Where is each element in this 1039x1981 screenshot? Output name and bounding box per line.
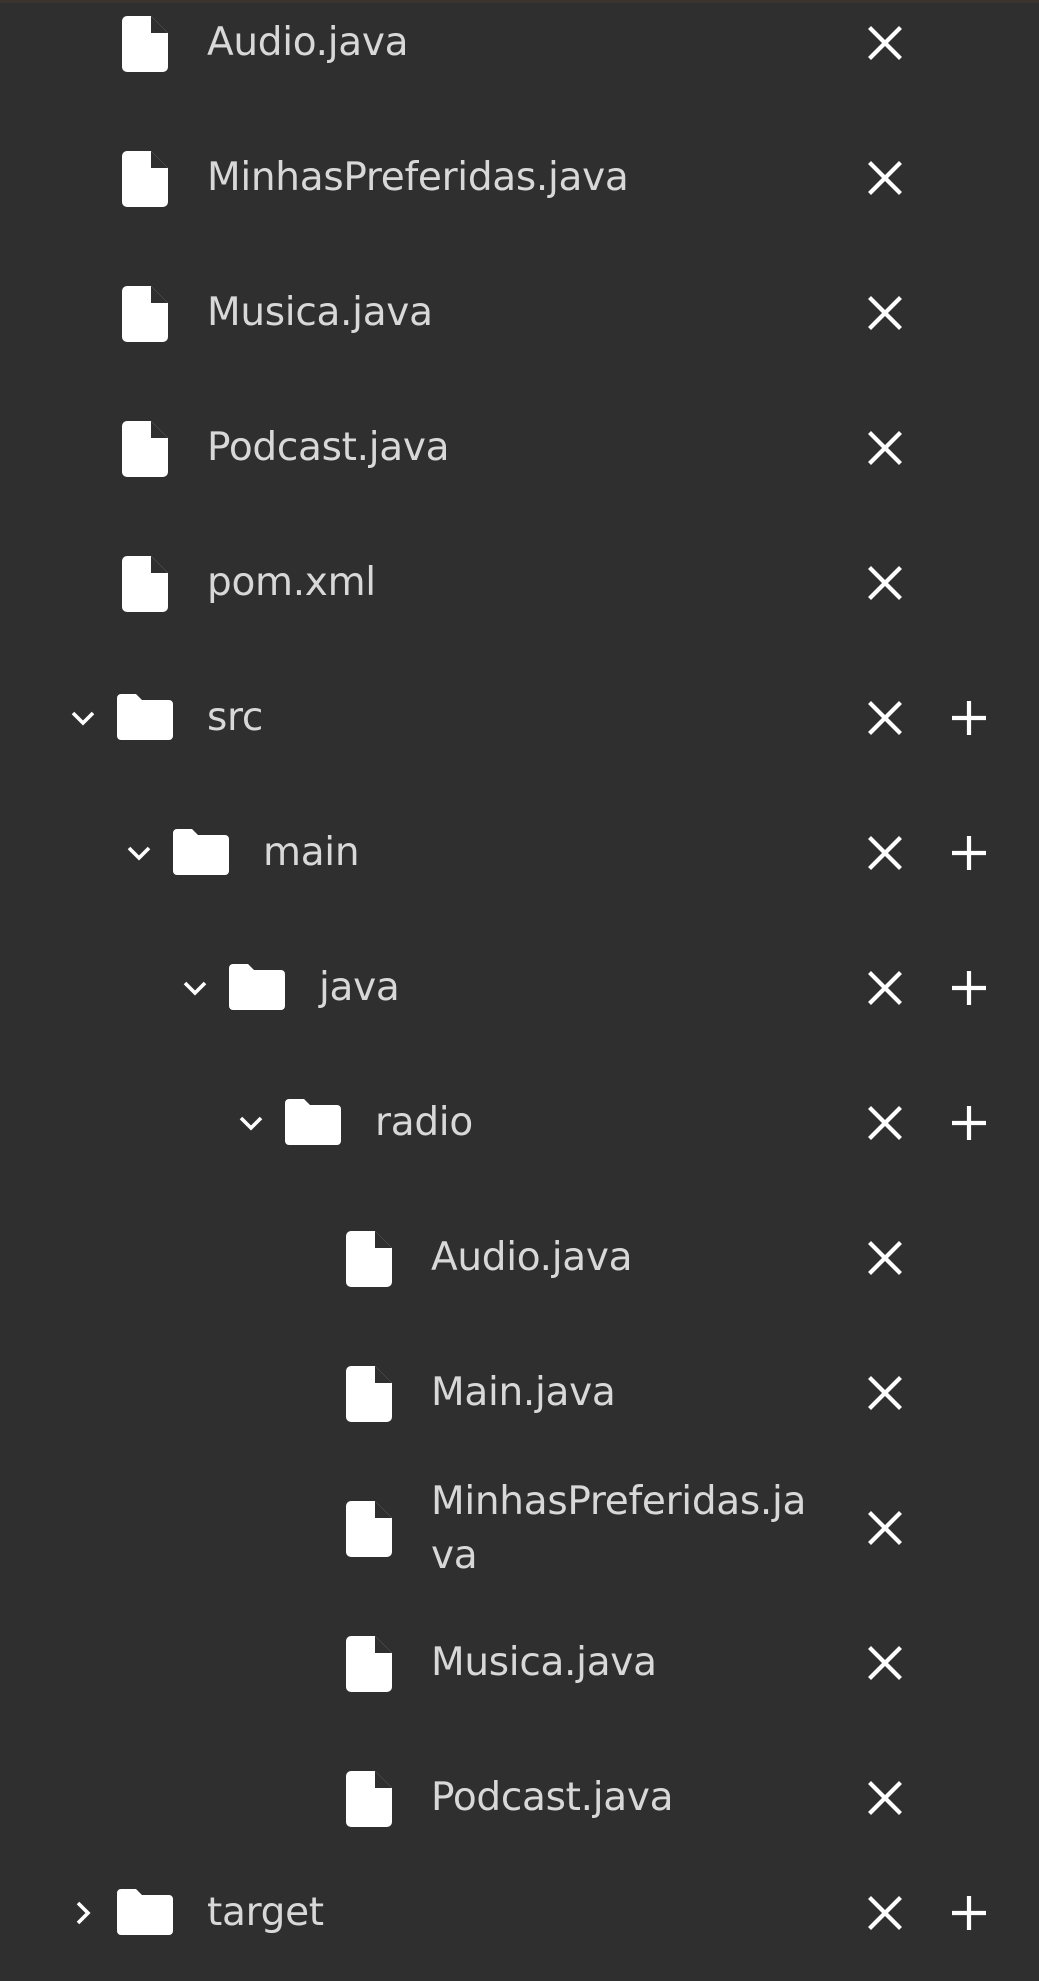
close-icon[interactable] [863, 1101, 907, 1145]
tree-item-label: Musica.java [431, 1640, 657, 1685]
tree-folder-src[interactable]: src [0, 651, 1039, 786]
tree-item-pom-xml[interactable]: pom.xml [0, 516, 1039, 651]
file-icon [122, 556, 168, 612]
tree-item-main-java[interactable]: Main.java [0, 1326, 1039, 1461]
folder-icon [117, 694, 173, 740]
close-icon[interactable] [863, 1641, 907, 1685]
tree-item-radio-musica-java[interactable]: Musica.java [0, 1596, 1039, 1731]
close-icon[interactable] [863, 696, 907, 740]
folder-icon [117, 1889, 173, 1935]
close-icon[interactable] [863, 21, 907, 65]
tree-item-label: MinhasPreferidas.java [431, 1479, 807, 1578]
plus-icon[interactable] [947, 1891, 991, 1935]
close-icon[interactable] [863, 291, 907, 335]
file-icon [122, 16, 168, 72]
chevron-down-icon[interactable] [236, 1108, 266, 1138]
plus-icon[interactable] [947, 696, 991, 740]
close-icon[interactable] [863, 1506, 907, 1550]
chevron-down-icon[interactable] [124, 838, 154, 868]
close-icon[interactable] [863, 1891, 907, 1935]
file-icon [122, 151, 168, 207]
tree-item-label: radio [375, 1100, 473, 1145]
tree-item-label: src [207, 695, 264, 740]
tree-item-musica-java[interactable]: Musica.java [0, 246, 1039, 381]
tree-item-radio-audio-java[interactable]: Audio.java [0, 1191, 1039, 1326]
tree-item-label: Main.java [431, 1370, 616, 1415]
folder-icon [285, 1099, 341, 1145]
close-icon[interactable] [863, 1371, 907, 1415]
file-icon [346, 1231, 392, 1287]
tree-item-label: Musica.java [207, 290, 433, 335]
close-icon[interactable] [863, 1236, 907, 1280]
tree-item-label: Podcast.java [207, 425, 450, 470]
tree-item-podcast-java[interactable]: Podcast.java [0, 381, 1039, 516]
close-icon[interactable] [863, 1776, 907, 1820]
tree-item-label: Audio.java [431, 1235, 633, 1280]
tree-folder-main[interactable]: main [0, 786, 1039, 921]
tree-item-label: pom.xml [207, 560, 376, 605]
file-icon [346, 1636, 392, 1692]
plus-icon[interactable] [947, 1101, 991, 1145]
tree-item-label: java [319, 965, 400, 1010]
chevron-down-icon[interactable] [180, 973, 210, 1003]
tree-folder-target[interactable]: target [0, 1846, 1039, 1981]
tree-item-audio-java[interactable]: Audio.java [0, 0, 1039, 111]
close-icon[interactable] [863, 966, 907, 1010]
folder-icon [229, 964, 285, 1010]
tree-item-label: Podcast.java [431, 1775, 674, 1820]
plus-icon[interactable] [947, 831, 991, 875]
tree-item-label: target [207, 1890, 324, 1935]
chevron-down-icon[interactable] [68, 703, 98, 733]
close-icon[interactable] [863, 426, 907, 470]
close-icon[interactable] [863, 156, 907, 200]
file-icon [122, 421, 168, 477]
close-icon[interactable] [863, 561, 907, 605]
tree-folder-radio[interactable]: radio [0, 1056, 1039, 1191]
plus-icon[interactable] [947, 966, 991, 1010]
tree-item-radio-minhaspreferidas-java[interactable]: MinhasPreferidas.java [0, 1461, 1039, 1596]
tree-item-label: MinhasPreferidas.java [207, 155, 629, 200]
tree-item-label: main [263, 830, 360, 875]
file-icon [122, 286, 168, 342]
tree-folder-java[interactable]: java [0, 921, 1039, 1056]
close-icon[interactable] [863, 831, 907, 875]
folder-icon [173, 829, 229, 875]
chevron-right-icon[interactable] [68, 1898, 98, 1928]
tree-item-minhaspreferidas-java[interactable]: MinhasPreferidas.java [0, 111, 1039, 246]
file-icon [346, 1366, 392, 1422]
file-tree: Audio.java MinhasPreferidas.java Musica.… [0, 0, 1039, 1981]
tree-item-label: Audio.java [207, 20, 409, 65]
file-icon [346, 1771, 392, 1827]
file-icon [346, 1501, 392, 1557]
